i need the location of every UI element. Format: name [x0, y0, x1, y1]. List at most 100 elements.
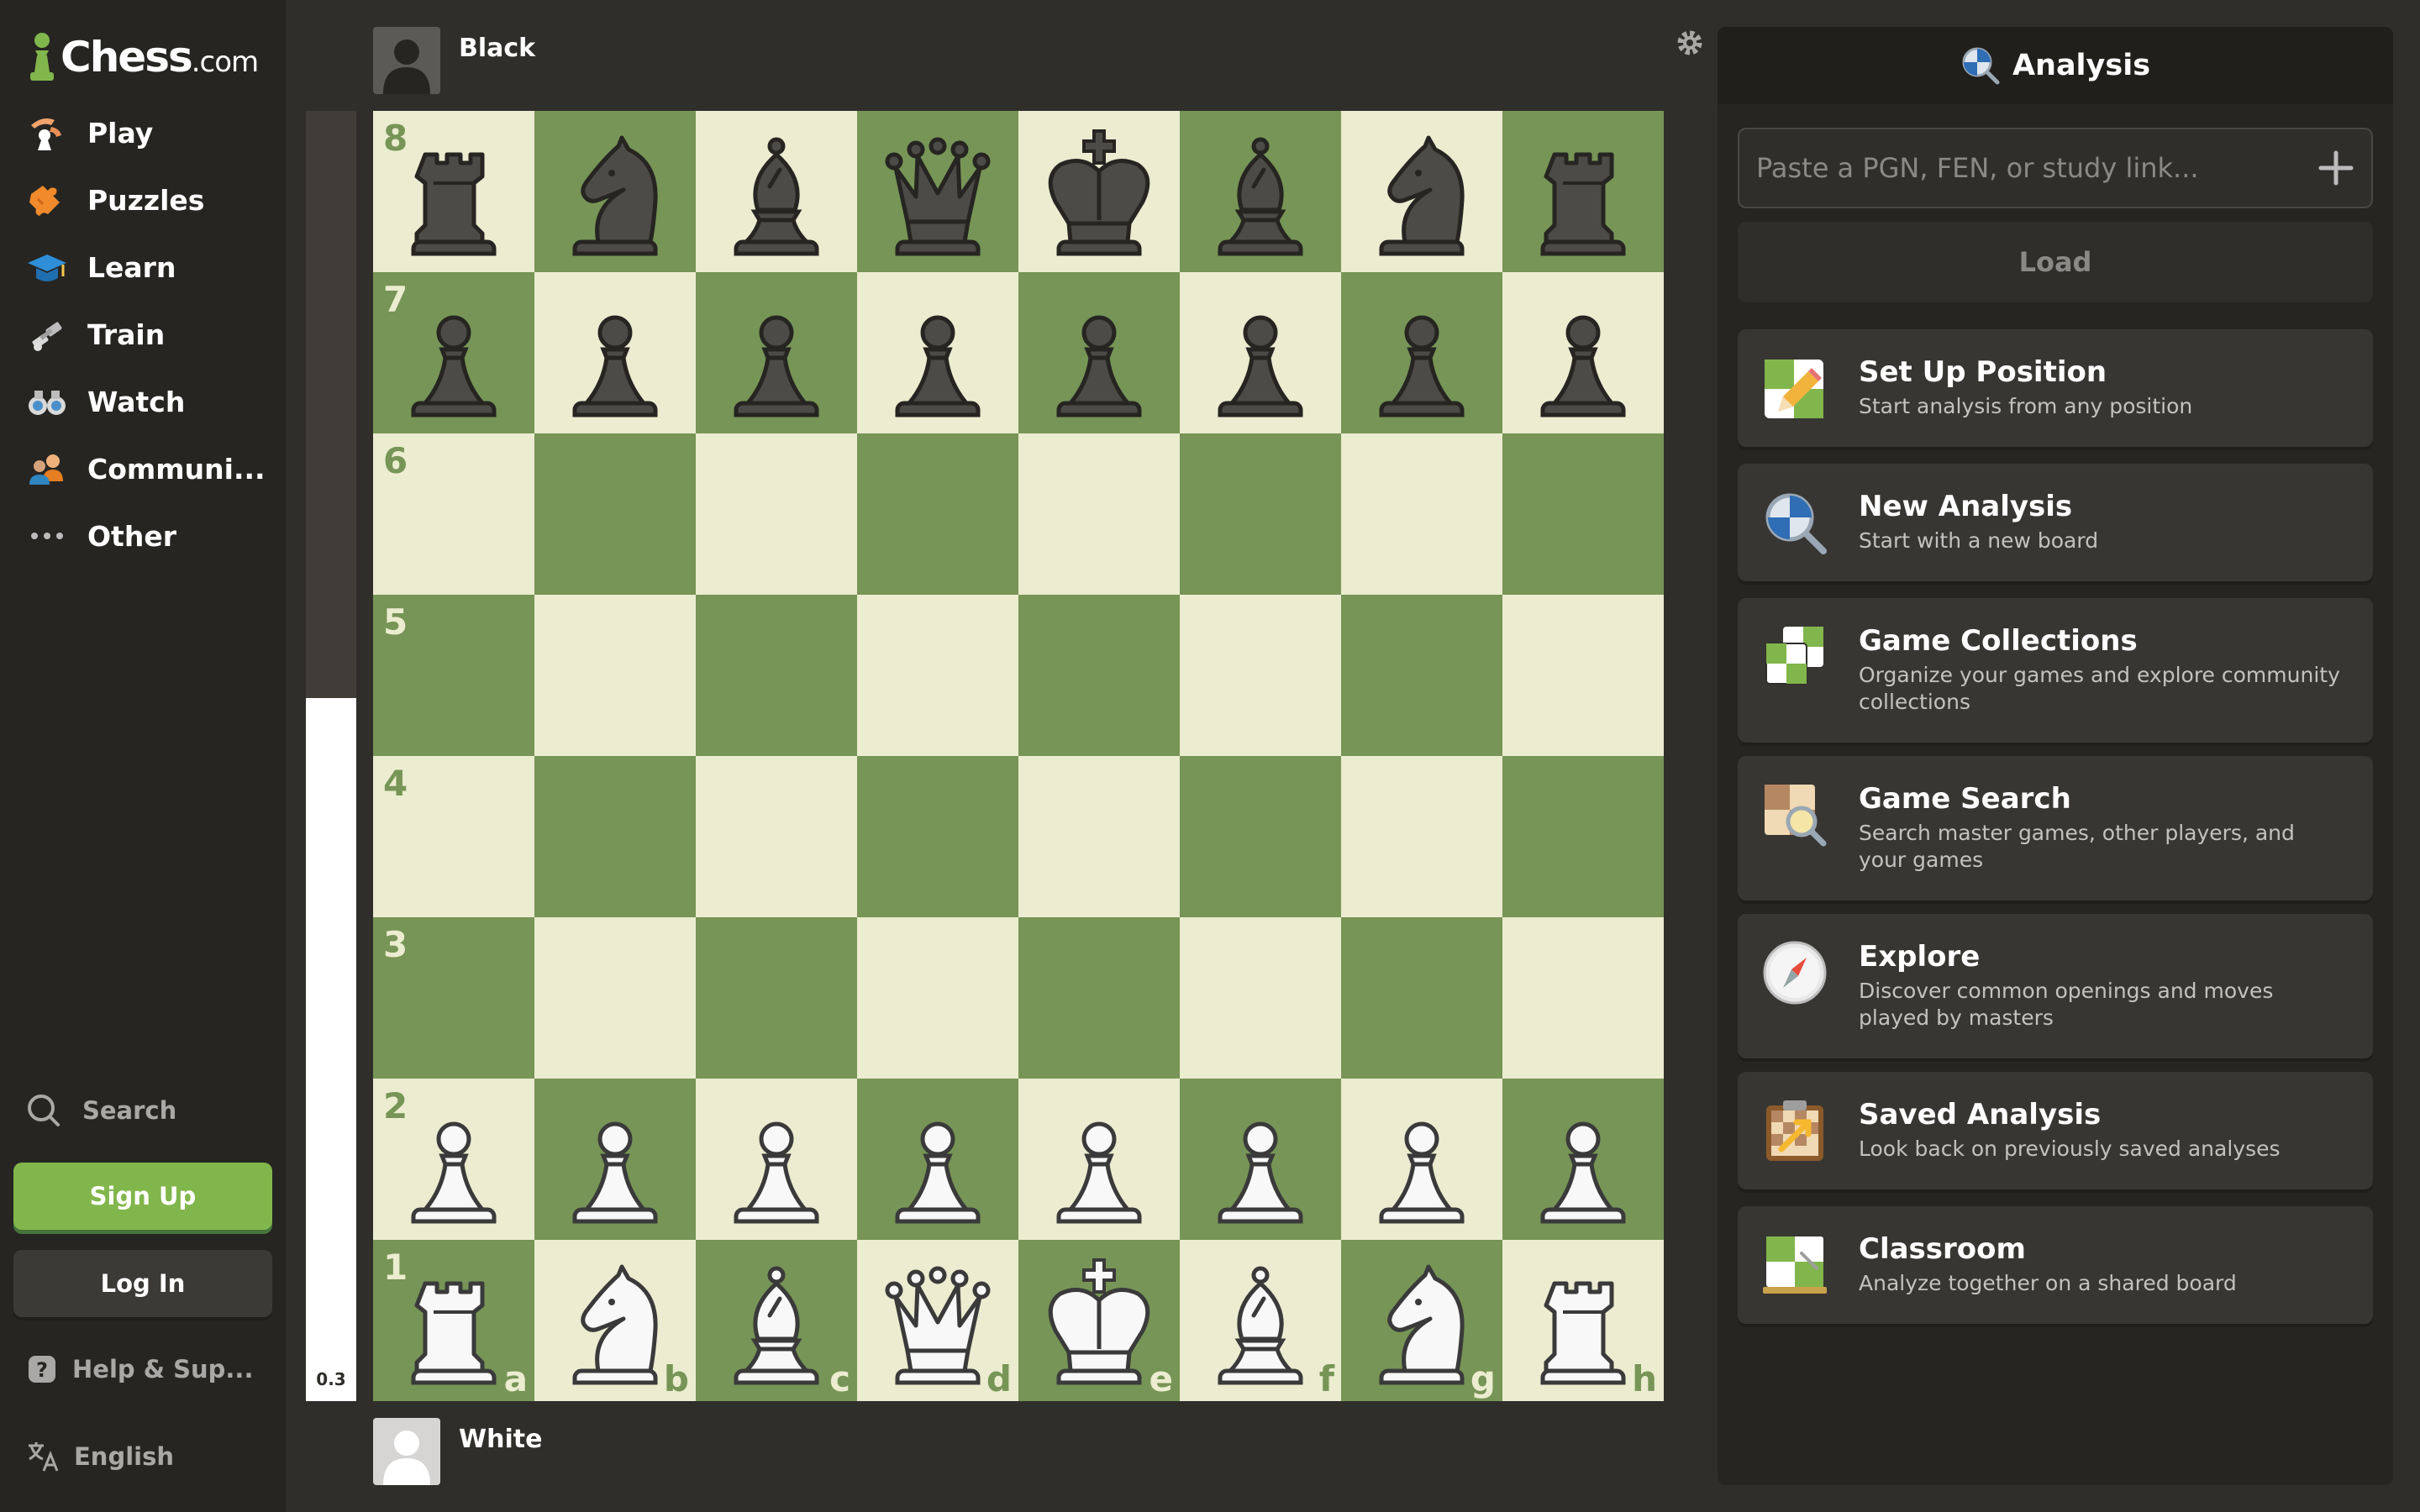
square-h2[interactable]	[1502, 1079, 1664, 1240]
square-g3[interactable]	[1341, 917, 1502, 1079]
white-knight-piece[interactable]	[548, 1253, 682, 1388]
square-f5[interactable]	[1180, 595, 1341, 756]
square-a8[interactable]: 8	[373, 111, 534, 272]
square-a3[interactable]: 3	[373, 917, 534, 1079]
square-a4[interactable]: 4	[373, 756, 534, 917]
square-a1[interactable]: 1a	[373, 1240, 534, 1401]
card-game-search[interactable]: Game Search Search master games, other p…	[1738, 756, 2373, 900]
square-b2[interactable]	[534, 1079, 696, 1240]
square-e2[interactable]	[1018, 1079, 1180, 1240]
nav-item-train[interactable]: Train	[0, 301, 286, 368]
square-f2[interactable]	[1180, 1079, 1341, 1240]
top-player-name[interactable]: Black	[459, 34, 535, 63]
bottom-player-name[interactable]: White	[459, 1425, 542, 1454]
square-d6[interactable]	[857, 433, 1018, 595]
sidebar-search[interactable]: Search	[25, 1087, 176, 1134]
black-pawn-piece[interactable]	[387, 286, 521, 420]
square-b1[interactable]: b	[534, 1240, 696, 1401]
square-d5[interactable]	[857, 595, 1018, 756]
nav-item-watch[interactable]: Watch	[0, 368, 286, 435]
square-h5[interactable]	[1502, 595, 1664, 756]
black-queen-piece[interactable]	[871, 124, 1005, 259]
black-pawn-piece[interactable]	[1355, 286, 1489, 420]
square-h4[interactable]	[1502, 756, 1664, 917]
square-g8[interactable]	[1341, 111, 1502, 272]
square-a2[interactable]: 2	[373, 1079, 534, 1240]
nav-item-other[interactable]: Other	[0, 502, 286, 570]
card-classroom[interactable]: Classroom Analyze together on a shared b…	[1738, 1206, 2373, 1324]
square-g6[interactable]	[1341, 433, 1502, 595]
white-rook-piece[interactable]	[1516, 1253, 1650, 1388]
help-support-link[interactable]: ? Help & Sup...	[25, 1346, 253, 1393]
square-c2[interactable]	[696, 1079, 857, 1240]
white-pawn-piece[interactable]	[709, 1092, 844, 1226]
avatar[interactable]	[373, 1418, 440, 1485]
square-a5[interactable]: 5	[373, 595, 534, 756]
black-knight-piece[interactable]	[1355, 124, 1489, 259]
square-d3[interactable]	[857, 917, 1018, 1079]
card-new-analysis[interactable]: New Analysis Start with a new board	[1738, 464, 2373, 581]
square-c3[interactable]	[696, 917, 857, 1079]
square-c6[interactable]	[696, 433, 857, 595]
black-pawn-piece[interactable]	[871, 286, 1005, 420]
square-c8[interactable]	[696, 111, 857, 272]
square-e1[interactable]: e	[1018, 1240, 1180, 1401]
white-king-piece[interactable]	[1032, 1253, 1166, 1388]
black-rook-piece[interactable]	[387, 124, 521, 259]
square-c1[interactable]: c	[696, 1240, 857, 1401]
square-f8[interactable]	[1180, 111, 1341, 272]
square-d7[interactable]	[857, 272, 1018, 433]
square-b3[interactable]	[534, 917, 696, 1079]
square-d2[interactable]	[857, 1079, 1018, 1240]
card-game-collections[interactable]: Game Collections Organize your games and…	[1738, 598, 2373, 743]
square-f3[interactable]	[1180, 917, 1341, 1079]
pgn-input[interactable]	[1756, 129, 2294, 207]
black-bishop-piece[interactable]	[709, 124, 844, 259]
square-d8[interactable]	[857, 111, 1018, 272]
black-pawn-piece[interactable]	[1032, 286, 1166, 420]
square-d4[interactable]	[857, 756, 1018, 917]
white-pawn-piece[interactable]	[1516, 1092, 1650, 1226]
black-king-piece[interactable]	[1032, 124, 1166, 259]
black-pawn-piece[interactable]	[548, 286, 682, 420]
card-set-up-position[interactable]: Set Up Position Start analysis from any …	[1738, 329, 2373, 447]
load-button[interactable]: Load	[1738, 222, 2373, 302]
square-f4[interactable]	[1180, 756, 1341, 917]
white-bishop-piece[interactable]	[1193, 1253, 1328, 1388]
square-e5[interactable]	[1018, 595, 1180, 756]
language-selector[interactable]: English	[25, 1433, 174, 1480]
black-rook-piece[interactable]	[1516, 124, 1650, 259]
black-bishop-piece[interactable]	[1193, 124, 1328, 259]
card-explore[interactable]: Explore Discover common openings and mov…	[1738, 914, 2373, 1058]
white-pawn-piece[interactable]	[1355, 1092, 1489, 1226]
square-b7[interactable]	[534, 272, 696, 433]
black-pawn-piece[interactable]	[1516, 286, 1650, 420]
white-queen-piece[interactable]	[871, 1253, 1005, 1388]
white-knight-piece[interactable]	[1355, 1253, 1489, 1388]
gear-icon[interactable]	[1674, 27, 1706, 59]
square-g4[interactable]	[1341, 756, 1502, 917]
square-g2[interactable]	[1341, 1079, 1502, 1240]
nav-item-play[interactable]: Play	[0, 99, 286, 166]
square-g1[interactable]: g	[1341, 1240, 1502, 1401]
square-c4[interactable]	[696, 756, 857, 917]
white-bishop-piece[interactable]	[709, 1253, 844, 1388]
white-pawn-piece[interactable]	[387, 1092, 521, 1226]
sign-up-button[interactable]: Sign Up	[13, 1163, 272, 1230]
square-g7[interactable]	[1341, 272, 1502, 433]
square-f1[interactable]: f	[1180, 1240, 1341, 1401]
avatar[interactable]	[373, 27, 440, 94]
square-c5[interactable]	[696, 595, 857, 756]
log-in-button[interactable]: Log In	[13, 1250, 272, 1317]
square-f7[interactable]	[1180, 272, 1341, 433]
black-pawn-piece[interactable]	[709, 286, 844, 420]
nav-item-learn[interactable]: Learn	[0, 234, 286, 301]
square-e4[interactable]	[1018, 756, 1180, 917]
square-b5[interactable]	[534, 595, 696, 756]
white-pawn-piece[interactable]	[1032, 1092, 1166, 1226]
nav-item-puzzles[interactable]: Puzzles	[0, 166, 286, 234]
nav-item-community[interactable]: Communi...	[0, 435, 286, 502]
square-g5[interactable]	[1341, 595, 1502, 756]
pgn-field[interactable]	[1738, 128, 2373, 208]
plus-icon[interactable]	[2317, 150, 2354, 186]
